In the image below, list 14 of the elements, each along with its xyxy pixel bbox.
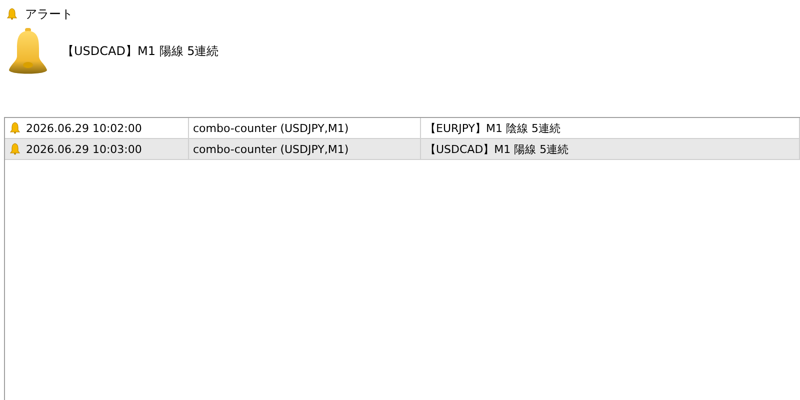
source-cell: combo-counter (USDJPY,M1) bbox=[193, 142, 349, 156]
bell-icon bbox=[7, 8, 17, 20]
message-cell: 【EURJPY】M1 陰線 5連続 bbox=[425, 120, 560, 136]
window-title: アラート bbox=[25, 6, 73, 22]
bell-icon bbox=[10, 122, 20, 134]
bell-icon bbox=[8, 28, 48, 76]
alert-row[interactable]: 2026.06.29 10:03:00 combo-counter (USDJPY,M1) 【USDCAD】M1 陽線 5連続 bbox=[5, 139, 800, 160]
source-cell: combo-counter (USDJPY,M1) bbox=[193, 122, 349, 134]
message-cell: 【USDCAD】M1 陽線 5連続 bbox=[425, 142, 569, 156]
bell-icon bbox=[10, 143, 20, 155]
time-cell: 2026.06.29 10:02:00 bbox=[26, 122, 142, 134]
time-cell: 2026.06.29 10:03:00 bbox=[26, 142, 142, 156]
alert-row[interactable]: 2026.06.29 10:02:00 combo-counter (USDJPY,M1) 【EURJPY】M1 陰線 5連続 bbox=[5, 118, 800, 139]
alert-message: 【USDCAD】M1 陽線 5連続 bbox=[62, 43, 219, 60]
